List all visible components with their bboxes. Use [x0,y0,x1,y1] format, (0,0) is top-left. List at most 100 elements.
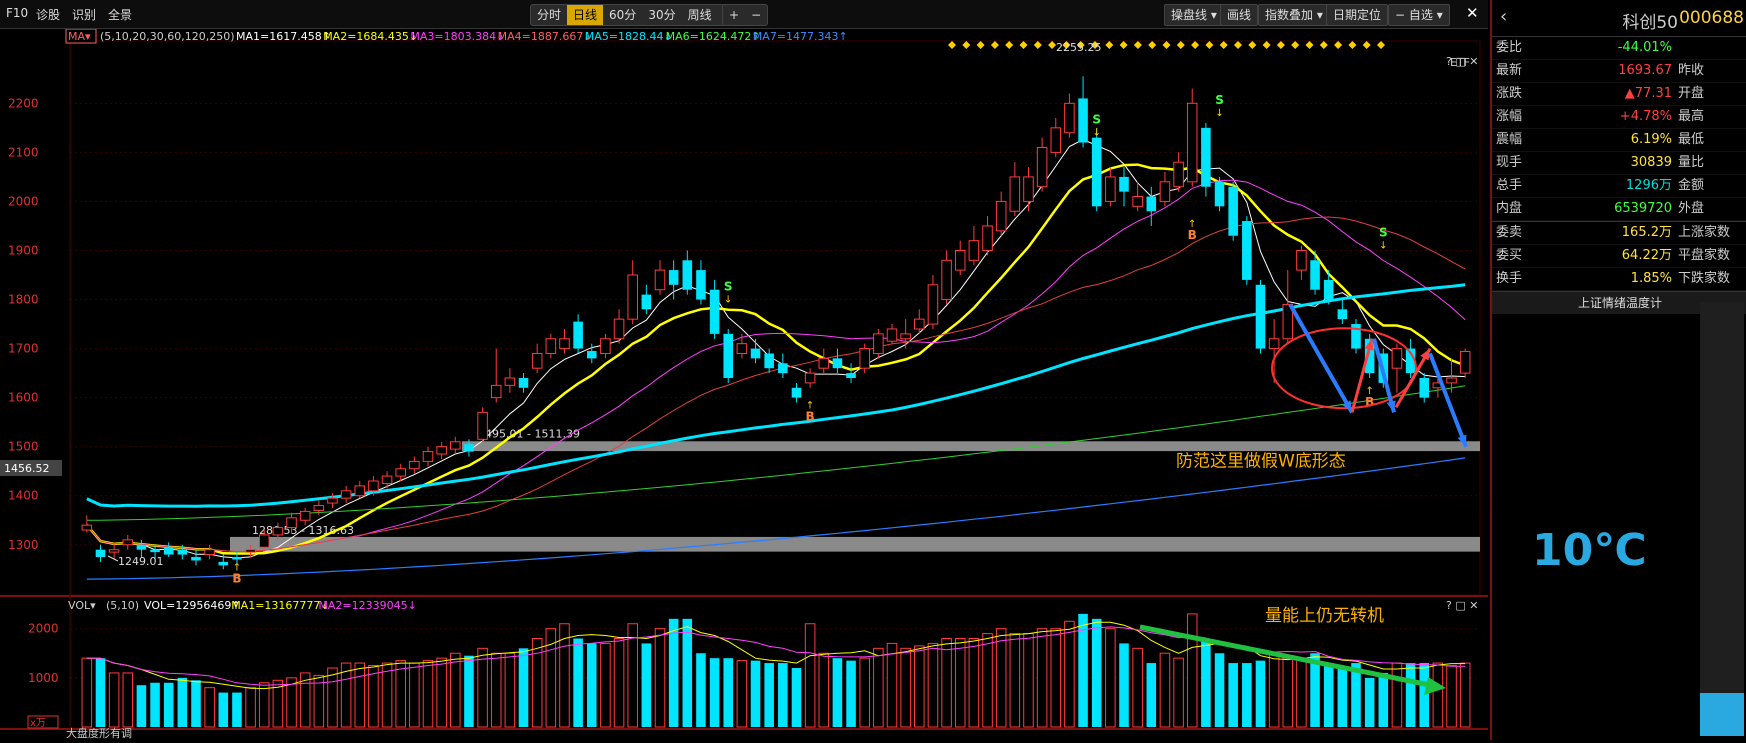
quote-label: 现手 [1496,155,1523,170]
volume-bar-down [668,618,679,727]
sell-signal: S [1215,93,1224,107]
volume-bar-down [136,685,147,727]
volume-bar-up [600,642,611,728]
period-30min[interactable]: 30分 [642,5,681,25]
candle-body-down [150,549,160,553]
volume-bar-up [477,647,488,728]
candle-body-up [1268,338,1280,350]
volume-bar-up [1459,662,1471,728]
candle-body-up [545,338,557,354]
volume-bar-down [150,682,160,727]
candle-body-up [1173,161,1184,188]
candle-body-down [1323,279,1334,300]
volume-bar-up [1186,613,1198,728]
candle-body-up [422,451,434,462]
volume-bar-down [163,682,174,727]
candle-body-up [81,524,93,531]
quote-value: 6539720 [1614,201,1672,216]
close-icon[interactable]: ✕ [1466,4,1479,22]
period-weekly[interactable]: 周线 [682,5,718,25]
candle-body-down [764,353,774,369]
diagnose-button[interactable]: 诊股 [36,6,60,23]
quote-label: 委比 [1496,40,1523,55]
watchlist-button[interactable]: − 自选 ▾ [1388,4,1450,26]
price-tick-label: 1900 [8,243,39,257]
candle-body-up [272,527,284,536]
candle-body-up [1459,351,1471,374]
quote-label: 总手 [1496,178,1523,193]
volume-bar-up [818,652,830,728]
identify-button[interactable]: 识别 [72,6,96,23]
candle-body-up [1036,146,1048,188]
zoom-in-button[interactable]: + [723,5,745,25]
sentiment-title-label: 上证情绪温度计 [1577,296,1662,310]
price-tick-label: 2200 [8,96,39,110]
quote-right-label: 最高 [1678,109,1705,124]
candle-body-down [791,387,802,398]
quote-value: 1.85% [1630,271,1672,286]
zoom-out-button[interactable]: − [745,5,767,25]
candle-body-down [232,557,242,560]
candle-body-down [518,378,529,388]
candle-body-up [886,328,898,342]
candle-body-up [927,284,939,325]
volume-bar-up [1023,633,1034,728]
buy-signal: B [232,571,241,585]
candle-body-down [832,358,843,369]
period-intraday[interactable]: 分时 [531,5,567,25]
candle-body-up [1446,377,1457,384]
overview-button[interactable]: 全景 [108,6,132,23]
quote-row: 震幅 6.19% 最低 [1492,129,1746,152]
price-tick-label: 1700 [8,342,39,356]
candle-body-down [95,549,106,558]
watchlist-label: 自选 [1408,8,1433,22]
quote-rows: 委比 -44.01% 最新 1693.67 昨收 涨跌 ▲77.31 开盘 涨幅 +4.78% 最高… [1492,37,1746,291]
temperature-text: 10℃ [1532,525,1647,576]
volume-bar-down [791,668,802,727]
draw-line-button[interactable]: 画线 [1220,4,1259,26]
kline-chart-svg[interactable]: 2200 2100 2000 1900 1800 1700 1600 1500 1400 1300… [0,28,1488,740]
volume-bar-down [177,677,188,727]
candle-body-down [1242,221,1252,280]
signal-arrow-icon: ↓ [1215,108,1223,119]
volume-bar-up [354,662,366,728]
index-overlay-button[interactable]: 指数叠加 ▾ [1258,4,1330,26]
quote-label: 换手 [1496,271,1523,286]
volume-bar-down [1146,663,1157,727]
volume-bar-down [1323,663,1334,727]
volume-bar-up [1105,628,1116,728]
candle-body-up [204,549,215,556]
main-panel-controls: ? □ ✕ [1446,55,1478,68]
chevron-left-icon[interactable]: ‹ [1500,6,1507,27]
security-code: 000688 [1679,8,1744,28]
period-daily[interactable]: 日线 [567,5,604,25]
candle-body-down [586,351,597,359]
period-60min[interactable]: 60分 [603,5,642,25]
quote-value: 1296万 [1625,178,1672,193]
volume-bar-up [927,642,939,728]
candle-body-down [218,561,229,566]
ma-readout-6: MA6=1624.472↑ [666,30,761,43]
f10-button[interactable]: F10 [6,6,28,20]
quote-label: 委买 [1496,248,1523,263]
candle-body-down [1119,176,1129,192]
volume-bar-down [218,692,229,727]
volume-bar-up [995,628,1007,728]
volume-bar-down [1337,668,1348,727]
candle-body-up [327,497,338,504]
candle-body-down [163,547,174,555]
volume-bar-up [1173,657,1184,728]
trade-line-button[interactable]: 操盘线 ▾ [1164,4,1224,26]
candle-body-down [696,270,706,300]
volume-bar-down [1378,672,1389,727]
date-locate-button[interactable]: 日期定位 [1326,4,1389,26]
volume-bar-up [613,638,625,728]
volume-bar-up [381,662,393,728]
candle-body-down [1214,181,1225,207]
quote-row: 涨跌 ▲77.31 开盘 [1492,83,1746,106]
candle-body-up [108,549,120,553]
volume-bar-up [258,682,270,728]
ma-readout-5: MA5=1828.44↓ [585,30,673,43]
quote-value: +4.78% [1619,109,1672,124]
volume-bar-down [95,658,106,727]
